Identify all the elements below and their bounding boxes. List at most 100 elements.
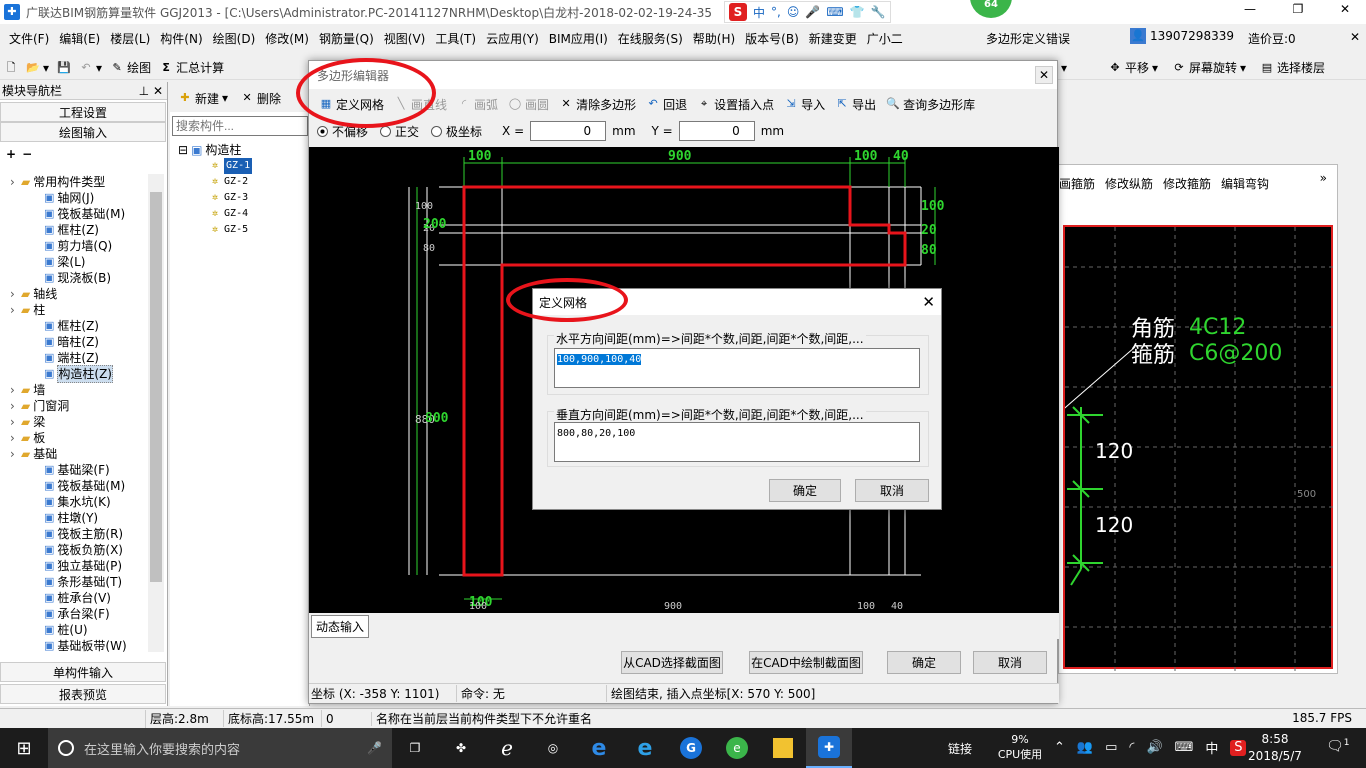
shirt-icon[interactable]: 👕: [850, 5, 865, 19]
edge-icon[interactable]: e: [576, 728, 622, 768]
pan-button[interactable]: ✥ 平移 ▾: [1104, 57, 1162, 79]
component-list-item[interactable]: ✲ GZ-3: [212, 190, 309, 206]
report-preview-button[interactable]: 报表预览: [0, 684, 166, 704]
tree-item[interactable]: ▣ 框柱(Z): [0, 222, 150, 238]
open-file-button[interactable]: 📂 ▾: [22, 57, 53, 79]
tree-item[interactable]: ▣ 筏板负筋(X): [0, 542, 150, 558]
menu-item[interactable]: 修改(M): [260, 30, 314, 47]
component-list-item[interactable]: ✲ GZ-5: [212, 222, 309, 238]
tree-item[interactable]: ▣ 柱墩(Y): [0, 510, 150, 526]
battery-icon[interactable]: ▭: [1105, 740, 1117, 755]
tree-item[interactable]: ▣ 集水坑(K): [0, 494, 150, 510]
menu-item[interactable]: 工具(T): [430, 30, 481, 47]
tree-item[interactable]: ▣ 承台梁(F): [0, 606, 150, 622]
tree-folder[interactable]: › ▰ 基础: [0, 446, 150, 462]
expander-icon[interactable]: ›: [10, 382, 18, 398]
tree-folder[interactable]: › ▰ 轴线: [0, 286, 150, 302]
tree-item[interactable]: ▣ 现浇板(B): [0, 270, 150, 286]
export-button[interactable]: ⇱ 导出: [831, 93, 880, 115]
expander-icon[interactable]: ›: [10, 430, 18, 446]
tree-item[interactable]: ▣ 桩(U): [0, 622, 150, 638]
tree-item[interactable]: ▣ 构造柱(Z): [0, 365, 150, 383]
tray-up-icon[interactable]: ⌃: [1054, 740, 1065, 755]
expander-icon[interactable]: ›: [10, 286, 18, 302]
vertical-spacing-input[interactable]: 800,80,20,100: [554, 422, 920, 462]
ie-icon[interactable]: e: [622, 728, 668, 768]
spiral-app-icon[interactable]: ◎: [530, 728, 576, 768]
rebar-tab[interactable]: 修改箍筋: [1163, 175, 1211, 192]
tree-folder[interactable]: › ▰ 常用构件类型: [0, 174, 150, 190]
taskbar-search[interactable]: 在这里输入你要搜索的内容 🎤: [48, 728, 392, 768]
tree-item[interactable]: ▣ 梁(L): [0, 254, 150, 270]
panel-close-icon[interactable]: ✕: [1350, 30, 1360, 44]
right-scrollbar[interactable]: [1350, 82, 1366, 702]
menu-item[interactable]: 新建变更: [804, 30, 862, 47]
expander-icon[interactable]: ›: [10, 174, 18, 190]
user-account[interactable]: 👤 13907298339: [1130, 28, 1234, 44]
menu-item[interactable]: 楼层(L): [105, 30, 155, 47]
expander-icon[interactable]: ›: [10, 446, 18, 462]
tree-folder[interactable]: › ▰ 梁: [0, 414, 150, 430]
import-button[interactable]: ⇲ 导入: [780, 93, 829, 115]
set-insert-point-button[interactable]: ⌖ 设置插入点: [693, 93, 778, 115]
notes-app-icon[interactable]: [760, 728, 806, 768]
tree-item[interactable]: ▣ 独立基础(P): [0, 558, 150, 574]
single-input-button[interactable]: 单构件输入: [0, 662, 166, 682]
tree-item[interactable]: ▣ 端柱(Z): [0, 350, 150, 366]
edge-legacy-icon[interactable]: ℯ: [484, 728, 530, 768]
collapse-all-icon[interactable]: −: [22, 147, 32, 161]
polygon-ok-button[interactable]: 确定: [887, 651, 961, 674]
glodon-app-icon[interactable]: ✚: [806, 728, 852, 768]
grid-dialog-close-button[interactable]: ✕: [922, 293, 935, 311]
rebar-tab[interactable]: 画箍筋: [1059, 175, 1095, 192]
minimize-button[interactable]: —: [1240, 2, 1260, 16]
tree-item[interactable]: ▣ 框柱(Z): [0, 318, 150, 334]
draw-in-cad-button[interactable]: 在CAD中绘制截面图: [749, 651, 863, 674]
tree-folder[interactable]: › ▰ 板: [0, 430, 150, 446]
ime-punct-icon[interactable]: °,: [771, 5, 781, 19]
sum-button[interactable]: Σ 汇总计算: [155, 57, 228, 79]
select-from-cad-button[interactable]: 从CAD选择截面图: [621, 651, 723, 674]
expander-icon[interactable]: ›: [10, 398, 18, 414]
start-button[interactable]: ⊞: [0, 728, 48, 768]
select-floor-button[interactable]: ▤ 选择楼层: [1256, 57, 1329, 79]
rebar-canvas[interactable]: 角筋 4C12 箍筋 C6@200 120 120 500: [1063, 225, 1335, 671]
project-settings-button[interactable]: 工程设置: [0, 102, 166, 122]
ime-toolbar[interactable]: S 中 °, ☺ 🎤 ⌨ 👕 🔧: [724, 1, 891, 23]
expander-icon[interactable]: ›: [10, 302, 18, 318]
draw-arc-button[interactable]: ◜ 画弧: [453, 93, 502, 115]
save-button[interactable]: 💾: [53, 57, 75, 79]
menu-item[interactable]: BIM应用(I): [544, 30, 613, 47]
polar-radio[interactable]: 极坐标: [431, 123, 482, 140]
component-list-item[interactable]: ✲ GZ-1: [212, 158, 309, 174]
new-component-button[interactable]: ✚ 新建 ▾: [174, 87, 232, 109]
tree-folder[interactable]: › ▰ 墙: [0, 382, 150, 398]
grid-ok-button[interactable]: 确定: [769, 479, 841, 502]
tree-item[interactable]: ▣ 条形基础(T): [0, 574, 150, 590]
menu-item[interactable]: 构件(N): [155, 30, 207, 47]
rotate-button[interactable]: ⟳ 屏幕旋转 ▾: [1168, 57, 1250, 79]
more-icon[interactable]: »: [1320, 171, 1327, 185]
clear-polygon-button[interactable]: ✕ 清除多边形: [555, 93, 640, 115]
green-app-icon[interactable]: e: [714, 728, 760, 768]
pin-icon[interactable]: ⊥ ✕: [139, 84, 163, 98]
task-view-icon[interactable]: ❐: [392, 728, 438, 768]
tools-icon[interactable]: 🔧: [871, 5, 886, 19]
keyboard-tray-icon[interactable]: ⌨: [1175, 740, 1194, 755]
notification-icon[interactable]: 🗨1: [1326, 738, 1350, 755]
tree-item[interactable]: ▣ 筏板基础(M): [0, 206, 150, 222]
polygon-close-button[interactable]: ✕: [1035, 66, 1053, 84]
tree-item[interactable]: ▣ 筏板基础(M): [0, 478, 150, 494]
draw-button[interactable]: ✎ 绘图: [106, 57, 155, 79]
tree-item[interactable]: ▣ 基础板带(W): [0, 638, 150, 654]
grid-cancel-button[interactable]: 取消: [855, 479, 929, 502]
fan-app-icon[interactable]: ✤: [438, 728, 484, 768]
tree-item[interactable]: ▣ 桩承台(V): [0, 590, 150, 606]
ime-lang-icon[interactable]: 中: [753, 4, 765, 21]
query-library-button[interactable]: 🔍 查询多边形库: [882, 93, 979, 115]
price-beans[interactable]: 造价豆:0: [1248, 30, 1296, 47]
menu-item[interactable]: 云应用(Y): [481, 30, 544, 47]
dynamic-input-button[interactable]: 动态输入: [311, 614, 370, 638]
draw-circle-button[interactable]: ◯ 画圆: [504, 93, 553, 115]
chrome-like-icon[interactable]: G: [668, 728, 714, 768]
